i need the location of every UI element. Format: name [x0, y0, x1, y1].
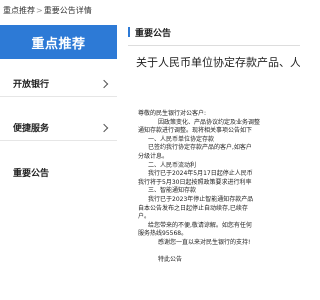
body-line: 二、人民币流动利 — [148, 161, 197, 169]
section-title: 重要公告 — [128, 25, 300, 39]
body-line: 感谢您一直以来对民生银行的支持! — [158, 238, 251, 246]
body-line: 三、智能通知存款 — [148, 187, 197, 195]
main-content: 重要公告 关于人民币单位协定存款产品、人民 尊敬的民生银行对公客户: 因政策变化… — [128, 25, 300, 300]
body-line: 服务热线95568。 — [138, 230, 188, 238]
breadcrumb: 重点推荐>重要公告详情 — [0, 0, 300, 22]
breadcrumb-home[interactable]: 重点推荐 — [3, 6, 35, 15]
chevron-right-icon — [99, 123, 109, 132]
body-line: 特此公告 — [158, 255, 183, 263]
sidebar-item-label: 开放银行 — [13, 80, 50, 90]
article-title: 关于人民币单位协定存款产品、人民 — [136, 56, 300, 69]
body-line: 因政策变化、产品协议约定及业务调整 — [158, 118, 261, 126]
breadcrumb-current: 重要公告详情 — [43, 6, 92, 15]
sidebar-item-open-banking[interactable]: 开放银行 — [0, 71, 117, 97]
body-line: 分级计息。 — [138, 152, 169, 160]
section-title-text: 重要公告 — [135, 28, 172, 39]
sidebar-item-convenient-services[interactable]: 便捷服务 — [0, 115, 117, 141]
body-line: 尊敬的民生银行对公客户: — [138, 110, 207, 117]
sidebar-header: 重点推荐 — [0, 25, 117, 59]
body-line: 我行已于2023年停止智能通知存款产品 — [148, 195, 254, 203]
body-line: 自本公告发布之日起停止自动续存,已续存 — [138, 204, 248, 212]
section-accent-bar — [128, 27, 130, 37]
sidebar-item-label: 重要公告 — [13, 168, 50, 179]
body-line: 已签约我行协定存款产品的客户,如客户 — [148, 144, 252, 152]
article-body: 尊敬的民生银行对公客户: 因政策变化、产品协议约定及业务调整 通知存款进行调整。… — [138, 110, 300, 264]
sidebar-item-label: 便捷服务 — [13, 124, 50, 134]
sidebar: 重点推荐 开放银行 便捷服务 重要公告 — [0, 25, 117, 300]
body-line: 通知存款进行调整。现将相关事项公告如下 — [138, 127, 253, 135]
divider — [128, 45, 300, 46]
breadcrumb-separator: > — [36, 6, 43, 15]
sidebar-item-important-notices[interactable]: 重要公告 — [0, 159, 117, 185]
body-line: 我行已于2024年5月17日起停止人民币 — [148, 170, 253, 178]
body-line: 户。 — [138, 213, 151, 221]
chevron-right-icon — [99, 79, 109, 88]
